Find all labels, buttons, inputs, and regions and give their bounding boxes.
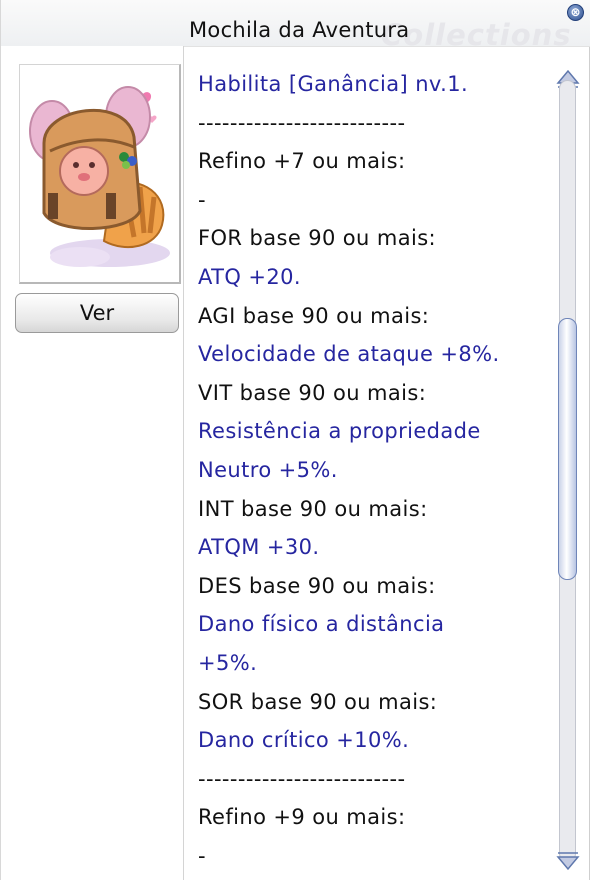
condition-line: Refino +7 ou mais: bbox=[198, 149, 406, 174]
effect-line: +5%. bbox=[198, 651, 258, 675]
effect-line: Resistência a propriedade bbox=[198, 419, 481, 444]
view-button[interactable]: Ver bbox=[15, 293, 179, 333]
condition-line: FOR base 90 ou mais: bbox=[198, 226, 437, 251]
item-image-frame bbox=[19, 64, 181, 284]
condition-line: SOR base 90 ou mais: bbox=[198, 689, 438, 714]
condition-line: AGI base 90 ou mais: bbox=[198, 303, 430, 328]
effect-line: ATQM +30. bbox=[198, 535, 320, 560]
condition-line: DES base 90 ou mais: bbox=[198, 573, 436, 598]
effect-line: ATQ +20. bbox=[198, 265, 301, 289]
adventure-backpack-icon bbox=[29, 86, 170, 267]
description-panel: Habilita [Ganância] nv.1. ---------------… bbox=[183, 46, 553, 880]
effect-line: Dano físico a distância bbox=[198, 612, 445, 637]
window-title: Mochila da Aventura bbox=[189, 18, 410, 42]
condition-line: INT base 90 ou mais: bbox=[198, 496, 428, 521]
scroll-thumb[interactable] bbox=[558, 318, 577, 580]
condition-line: Refino +9 ou mais: bbox=[198, 805, 406, 830]
item-description-window: Collections Mochila da Aventura ⊗ Ver Ha… bbox=[0, 0, 590, 880]
title-bar[interactable]: Collections Mochila da Aventura ⊗ bbox=[1, 0, 590, 52]
scroll-down-arrow-icon[interactable] bbox=[555, 848, 581, 874]
preview-panel: Ver bbox=[1, 46, 183, 880]
effect-line: Velocidade de ataque +8%. bbox=[198, 342, 500, 367]
effect-line: Dano crítico +10%. bbox=[198, 728, 410, 753]
condition-line: - bbox=[198, 844, 206, 868]
condition-line: - bbox=[198, 187, 206, 212]
condition-line: VIT base 90 ou mais: bbox=[198, 380, 427, 405]
condition-line: -------------------------- bbox=[198, 766, 406, 791]
effect-line: Habilita [Ganância] nv.1. bbox=[198, 72, 469, 96]
vertical-scrollbar[interactable] bbox=[555, 66, 581, 876]
effect-line: Neutro +5%. bbox=[198, 458, 338, 482]
condition-line: -------------------------- bbox=[198, 110, 406, 135]
close-icon[interactable]: ⊗ bbox=[567, 4, 584, 21]
